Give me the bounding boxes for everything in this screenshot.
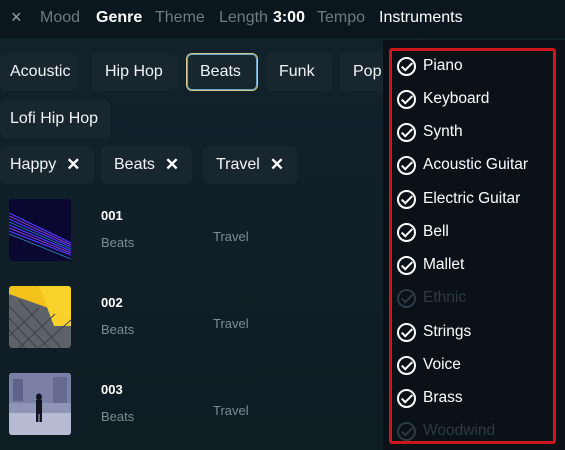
checkmark-circle-icon (397, 56, 416, 76)
checkmark-circle-icon (397, 355, 416, 375)
instrument-label: Keyboard (423, 90, 490, 107)
instrument-label: Synth (423, 123, 463, 140)
tag-label: Travel (216, 156, 260, 173)
checkmark-circle-icon (397, 222, 416, 242)
instrument-option-woodwind: Woodwind (397, 418, 547, 444)
instrument-label: Voice (423, 356, 461, 373)
instrument-option-keyboard[interactable]: Keyboard (397, 86, 547, 112)
instrument-label: Brass (423, 389, 463, 406)
track-theme: Travel (213, 403, 249, 418)
tab-mood[interactable]: Mood (40, 9, 80, 27)
tab-length[interactable]: Length 3:00 (219, 9, 305, 27)
track-thumbnail[interactable] (9, 373, 71, 435)
top-nav-bar: × Mood Genre Theme Length 3:00 Tempo Inst… (0, 0, 565, 41)
checkmark-circle-icon (397, 89, 416, 109)
instrument-label: Piano (423, 57, 463, 74)
close-icon[interactable]: × (11, 7, 22, 28)
instrument-option-electric-guitar[interactable]: Electric Guitar (397, 186, 547, 212)
instrument-option-mallet[interactable]: Mallet (397, 252, 547, 278)
checkmark-circle-icon (397, 388, 416, 408)
track-theme: Travel (213, 229, 249, 244)
genre-chip-beats[interactable]: Beats (186, 53, 258, 91)
checkmark-circle-icon (397, 155, 416, 175)
checkmark-circle-icon (397, 189, 416, 209)
tab-length-value: 3:00 (272, 9, 305, 26)
instrument-label: Ethnic (423, 289, 467, 306)
tab-genre[interactable]: Genre (96, 9, 142, 27)
tab-theme[interactable]: Theme (155, 9, 205, 27)
checkmark-circle-icon (397, 122, 416, 142)
instrument-label: Electric Guitar (423, 190, 521, 207)
active-tag-travel: Travel ✕ (203, 146, 298, 184)
instrument-option-strings[interactable]: Strings (397, 319, 547, 345)
instrument-option-bell[interactable]: Bell (397, 219, 547, 245)
remove-tag-icon[interactable]: ✕ (270, 155, 284, 175)
genre-chip-funk[interactable]: Funk (266, 53, 332, 91)
instrument-option-brass[interactable]: Brass (397, 385, 547, 411)
instrument-label: Bell (423, 223, 449, 240)
track-number: 003 (101, 382, 123, 397)
track-row[interactable]: 003 Beats Travel (0, 367, 390, 441)
track-genre: Beats (101, 409, 135, 424)
instrument-option-piano[interactable]: Piano (397, 53, 547, 79)
checkmark-circle-icon (397, 322, 416, 342)
instrument-label: Woodwind (423, 422, 496, 439)
active-tag-beats: Beats ✕ (101, 146, 193, 184)
checkmark-circle-icon (397, 255, 416, 275)
track-thumbnail[interactable] (9, 199, 71, 261)
tab-instruments[interactable]: Instruments (379, 9, 463, 27)
checkmark-circle-icon (397, 421, 416, 441)
track-genre: Beats (101, 322, 135, 337)
tag-label: Beats (114, 156, 155, 173)
track-genre: Beats (101, 235, 135, 250)
track-number: 002 (101, 295, 123, 310)
track-number: 001 (101, 208, 123, 223)
remove-tag-icon[interactable]: ✕ (165, 155, 179, 175)
tab-tempo[interactable]: Tempo (317, 9, 365, 27)
instrument-option-synth[interactable]: Synth (397, 119, 547, 145)
instrument-label: Mallet (423, 256, 465, 273)
checkmark-circle-icon (397, 288, 416, 308)
genre-chip-acoustic[interactable]: Acoustic (0, 53, 79, 91)
track-thumbnail[interactable] (9, 286, 71, 348)
genre-chip-lofi-hip-hop[interactable]: Lofi Hip Hop (0, 100, 110, 138)
active-tag-happy: Happy ✕ (0, 146, 94, 184)
track-row[interactable]: 002 Beats Travel (0, 280, 390, 354)
track-row[interactable]: 001 Beats Travel (0, 193, 390, 267)
genre-chip-hip-hop[interactable]: Hip Hop (92, 53, 178, 91)
tab-length-label: Length (219, 9, 268, 26)
track-theme: Travel (213, 316, 249, 331)
instrument-option-voice[interactable]: Voice (397, 352, 547, 378)
instrument-option-ethnic: Ethnic (397, 285, 547, 311)
instrument-option-acoustic-guitar[interactable]: Acoustic Guitar (397, 152, 547, 178)
instrument-label: Acoustic Guitar (423, 156, 529, 173)
instrument-label: Strings (423, 323, 472, 340)
remove-tag-icon[interactable]: ✕ (66, 155, 80, 175)
tag-label: Happy (10, 156, 57, 173)
